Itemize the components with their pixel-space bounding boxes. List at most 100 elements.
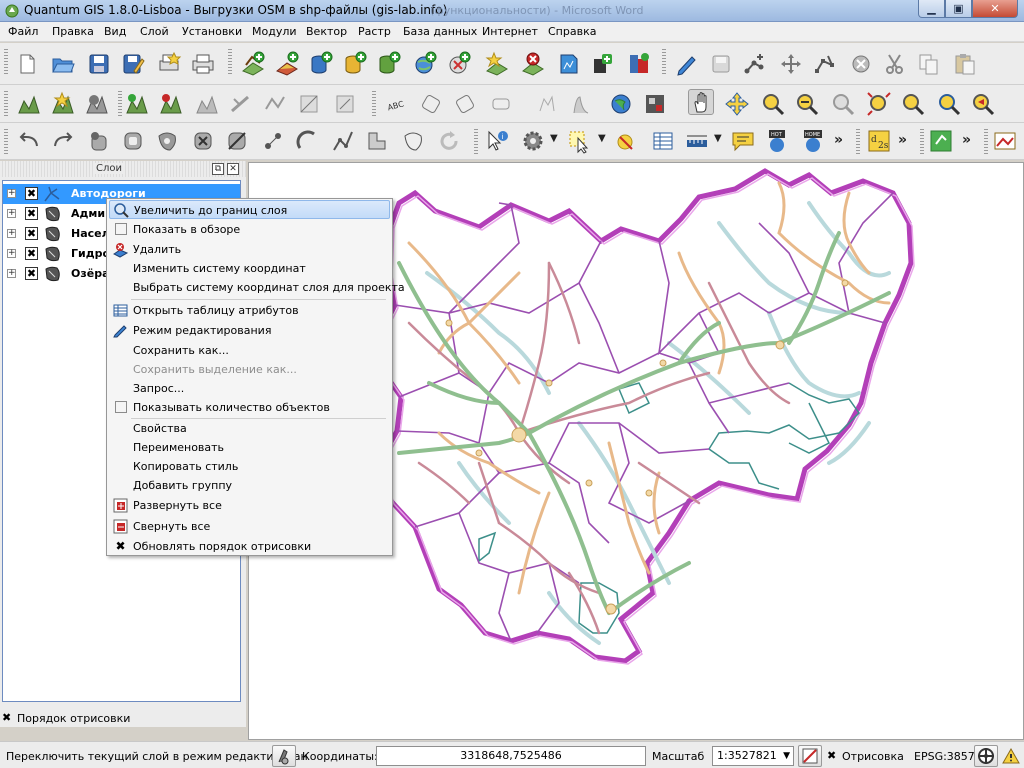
more-chevron-icon[interactable]: » — [834, 132, 843, 148]
edit-toggle-status-button[interactable] — [272, 745, 296, 767]
zoom-full-button[interactable] — [866, 91, 892, 117]
add-wfs-layer-button[interactable] — [484, 51, 510, 77]
messages-button[interactable] — [1002, 747, 1020, 765]
refresh-button[interactable] — [436, 128, 462, 154]
menu-web[interactable]: Интернет — [482, 25, 538, 38]
zoom-out-button[interactable] — [794, 91, 820, 117]
layer-visibility-checkbox[interactable]: ✖ — [25, 207, 38, 220]
add-mssql-layer-button[interactable] — [376, 51, 402, 77]
menu-show-feature-count[interactable]: Показывать количество объектов — [109, 398, 390, 417]
rotate-point-button[interactable] — [86, 128, 112, 154]
measure-line-button[interactable] — [684, 128, 710, 154]
menu-set-crs[interactable]: Изменить систему координат — [109, 259, 390, 278]
new-print-composer-button[interactable] — [156, 51, 182, 77]
change-label-button[interactable] — [488, 91, 514, 117]
split-parts-button[interactable] — [332, 91, 358, 117]
delete-selected-button[interactable] — [848, 51, 874, 77]
coordinates-field[interactable]: 3318648,7525486 — [376, 746, 646, 766]
menu-copy-style[interactable]: Копировать стиль — [109, 457, 390, 476]
chevron-down-icon[interactable]: ▼ — [550, 133, 558, 144]
node-tool-button[interactable] — [812, 51, 838, 77]
map-tips-button[interactable] — [730, 128, 756, 154]
toolbar-grip[interactable] — [920, 129, 924, 155]
menu-edit[interactable]: Правка — [52, 25, 94, 38]
delete-ring-button[interactable] — [158, 91, 184, 117]
menu-save-selection-as[interactable]: Сохранить выделение как... — [109, 360, 390, 379]
offset-curve-button[interactable] — [262, 91, 288, 117]
menu-save-as[interactable]: Сохранить как... — [109, 341, 390, 360]
menu-query[interactable]: Запрос... — [109, 379, 390, 398]
delete-polygon-button[interactable] — [190, 128, 216, 154]
new-bookmark-button[interactable]: HOT — [764, 128, 790, 154]
merge-attributes-button[interactable] — [400, 128, 426, 154]
menu-plugins[interactable]: Модули — [252, 25, 297, 38]
save-as-button[interactable] — [120, 51, 146, 77]
menu-file[interactable]: Файл — [8, 25, 38, 38]
reshape-polygon-button[interactable] — [330, 128, 356, 154]
layer-visibility-checkbox[interactable]: ✖ — [25, 187, 38, 200]
redo-button[interactable] — [50, 128, 76, 154]
menu-add-group[interactable]: Добавить группу — [109, 476, 390, 495]
menu-show-in-overview[interactable]: Показать в обзоре — [109, 220, 390, 239]
menu-set-project-crs[interactable]: Выбрать систему координат слоя для проек… — [109, 278, 405, 297]
close-panel-button[interactable]: ✕ — [227, 163, 239, 175]
merge-polygon-button[interactable] — [364, 128, 390, 154]
chevron-down-icon[interactable]: ▼ — [783, 747, 790, 765]
menu-raster[interactable]: Растр — [358, 25, 391, 38]
reshape-button[interactable] — [228, 91, 254, 117]
fill-polygon-button[interactable] — [154, 128, 180, 154]
menu-help[interactable]: Справка — [548, 25, 596, 38]
expand-toggle[interactable]: + — [7, 229, 16, 238]
expand-toggle[interactable]: + — [7, 269, 16, 278]
menu-view[interactable]: Вид — [104, 25, 126, 38]
zoom-to-layer-button[interactable] — [900, 91, 926, 117]
add-feature-button[interactable] — [742, 51, 768, 77]
toolbar-grip[interactable] — [118, 91, 122, 117]
menu-settings[interactable]: Установки — [182, 25, 242, 38]
zoom-last-button[interactable] — [970, 91, 996, 117]
identify-button[interactable]: i — [484, 128, 510, 154]
save-edits-button[interactable] — [708, 51, 734, 77]
zoom-to-selection-button[interactable] — [936, 91, 962, 117]
toolbar-grip[interactable] — [228, 49, 232, 75]
add-wcs-layer-button[interactable] — [446, 51, 472, 77]
plugin-green-button[interactable] — [928, 128, 954, 154]
remove-layer-button[interactable] — [520, 51, 546, 77]
print-manager-button[interactable] — [190, 51, 216, 77]
label-button[interactable]: ABC — [384, 91, 410, 117]
split-polygon-button[interactable] — [224, 128, 250, 154]
render-checkbox[interactable]: ✖ — [827, 749, 836, 762]
pan-to-selected-button[interactable] — [724, 91, 750, 117]
toolbar-grip[interactable] — [474, 129, 478, 155]
copy-features-button[interactable] — [916, 51, 942, 77]
image-export-button[interactable] — [992, 128, 1018, 154]
toolbar-grip[interactable] — [4, 49, 8, 75]
toolbar-grip[interactable] — [662, 49, 666, 75]
layers-panel-header[interactable]: Слои ⧉ ✕ — [0, 161, 246, 177]
globe-button[interactable] — [608, 91, 634, 117]
d2s-button[interactable]: d 2s — [866, 128, 892, 154]
add-point-button[interactable] — [260, 128, 286, 154]
chevron-down-icon[interactable]: ▼ — [714, 133, 722, 144]
toolbar-grip[interactable] — [856, 129, 860, 155]
add-ring-button[interactable] — [50, 91, 76, 117]
paste-features-button[interactable] — [952, 51, 978, 77]
add-spatialite-layer-button[interactable] — [342, 51, 368, 77]
toolbar-grip[interactable] — [984, 129, 988, 155]
show-hide-labels-button[interactable] — [568, 91, 594, 117]
stop-render-button[interactable] — [798, 745, 822, 767]
more-chevron-icon[interactable]: » — [898, 132, 907, 148]
menu-update-render-order[interactable]: ✖ Обновлять порядок отрисовки — [109, 537, 390, 556]
epsg-label[interactable]: EPSG:3857 — [914, 750, 975, 763]
attribute-table-button[interactable] — [650, 128, 676, 154]
select-features-button[interactable] — [566, 128, 592, 154]
add-postgis-layer-button[interactable] — [308, 51, 334, 77]
deselect-button[interactable] — [614, 128, 640, 154]
show-bookmarks-button[interactable]: HOME — [800, 128, 826, 154]
layer-panel-toggle-button[interactable] — [642, 91, 668, 117]
menu-database[interactable]: База данных — [403, 25, 477, 38]
actions-button[interactable] — [520, 128, 546, 154]
menu-toggle-editing[interactable]: Режим редактирования — [109, 321, 390, 340]
toolbar-grip[interactable] — [4, 91, 8, 117]
menu-open-attribute-table[interactable]: Открыть таблицу атрибутов — [109, 301, 390, 320]
